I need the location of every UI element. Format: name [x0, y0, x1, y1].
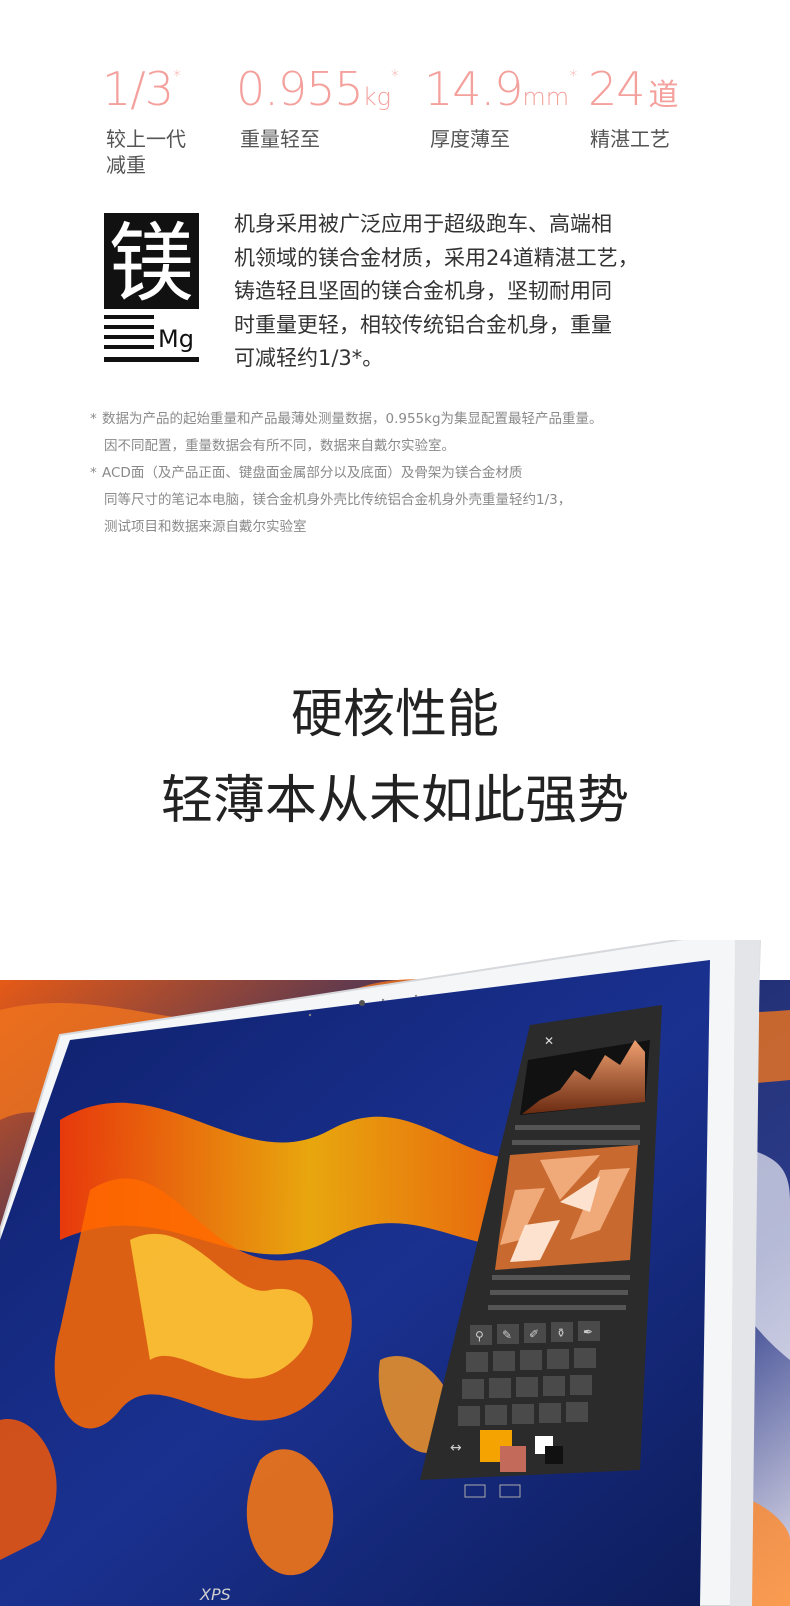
footnote-1: * 数据为产品的起始重量和产品最薄处测量数据，0.955kg为集显配置最轻产品重量… [90, 406, 603, 434]
stat-value: 1/3* [102, 62, 181, 116]
description-line: 机领域的镁合金材质，采用24道精湛工艺， [234, 245, 639, 270]
footnote-text: 数据为产品的起始重量和产品最薄处测量数据，0.955kg为集显配置最轻产品重量。 [102, 411, 603, 427]
stat-number: 24 [588, 62, 646, 116]
stat-unit: 道 [648, 78, 679, 113]
laptop-hero-image: ✕ ⚲ ✎ ✐ ⚱ ✒ ↔ XPS [0, 940, 790, 1606]
magnesium-glyph: 镁 [109, 214, 195, 314]
headline-line1: 硬核性能 [290, 685, 499, 745]
stat-value: 14.9mm* [424, 62, 577, 116]
description-line: 铸造轻且坚固的镁合金机身，坚韧耐用同 [234, 279, 612, 303]
stat-label-line1: 较上一代 [106, 127, 186, 151]
stat-label: 重量轻至 [240, 127, 320, 151]
footnote-text: 同等尺寸的笔记本电脑，镁合金机身外壳比传统铝合金机身外壳重量轻约1/3， [104, 492, 572, 508]
stat-weight: 0.955kg* 重量轻至 [236, 62, 399, 151]
description-line: 机身采用被广泛应用于超级跑车、高端相 [234, 212, 612, 236]
eyedropper-icon: ✒ [583, 1325, 593, 1339]
stat-value: 0.955kg* [236, 62, 399, 116]
brush-icon: ✐ [529, 1327, 539, 1341]
stat-label: 厚度薄至 [430, 127, 510, 151]
stat-number: 1/3 [102, 62, 174, 116]
magnesium-symbol: Mg [158, 325, 194, 353]
stat-value: 24 道 [588, 62, 679, 116]
stat-label: 较上一代 减重 [106, 126, 186, 178]
pen-icon: ✎ [502, 1328, 512, 1342]
swap-arrow-icon: ↔ [450, 1440, 462, 1456]
footnote-2: * ACD面（及产品正面、键盘面金属部分以及底面）及骨架为镁合金材质 [90, 460, 522, 488]
stat-number: 0.955 [236, 62, 364, 116]
stat-number: 14.9 [424, 62, 523, 116]
stat-weight-reduction: 1/3* 较上一代 减重 [102, 62, 186, 177]
svg-text:XPS: XPS [199, 1585, 231, 1604]
stat-craft-steps: 24 道 精湛工艺 [588, 62, 679, 151]
footnote-mark: * [391, 66, 399, 85]
footnote-mark: * [90, 465, 97, 481]
stat-label-line2: 减重 [106, 153, 146, 177]
zoom-icon: ⚲ [475, 1329, 484, 1343]
footnote-2-cont2: 测试项目和数据来源自戴尔实验室 [90, 514, 307, 542]
stat-unit: kg [362, 83, 392, 111]
bucket-icon: ⚱ [556, 1326, 566, 1340]
magnesium-description: 机身采用被广泛应用于超级跑车、高端相 机领域的镁合金材质，采用24道精湛工艺， … [234, 208, 704, 376]
close-icon: ✕ [544, 1034, 554, 1048]
footnote-2-cont: 同等尺寸的笔记本电脑，镁合金机身外壳比传统铝合金机身外壳重量轻约1/3， [90, 487, 571, 515]
stat-unit: mm [522, 83, 570, 111]
description-line: 时重量更轻，相较传统铝合金机身，重量 [234, 312, 612, 337]
magnesium-logo-icon: 镁 Mg [104, 213, 199, 369]
footnote-text: 因不同配置，重量数据会有所不同，数据来自戴尔实验室。 [104, 438, 455, 454]
headline-line2: 轻薄本从未如此强势 [160, 771, 629, 831]
footnote-text: 测试项目和数据来源自戴尔实验室 [104, 519, 307, 535]
footnote-1-cont: 因不同配置，重量数据会有所不同，数据来自戴尔实验室。 [90, 433, 455, 461]
stat-thickness: 14.9mm* 厚度薄至 [424, 62, 577, 151]
stat-label: 精湛工艺 [590, 127, 670, 151]
description-line: 可减轻约1/3*。 [234, 346, 384, 370]
footnote-mark: * [569, 66, 577, 85]
footnote-mark: * [173, 66, 181, 85]
footnote-text: ACD面（及产品正面、键盘面金属部分以及底面）及骨架为镁合金材质 [102, 465, 523, 481]
footnote-mark: * [90, 411, 97, 427]
